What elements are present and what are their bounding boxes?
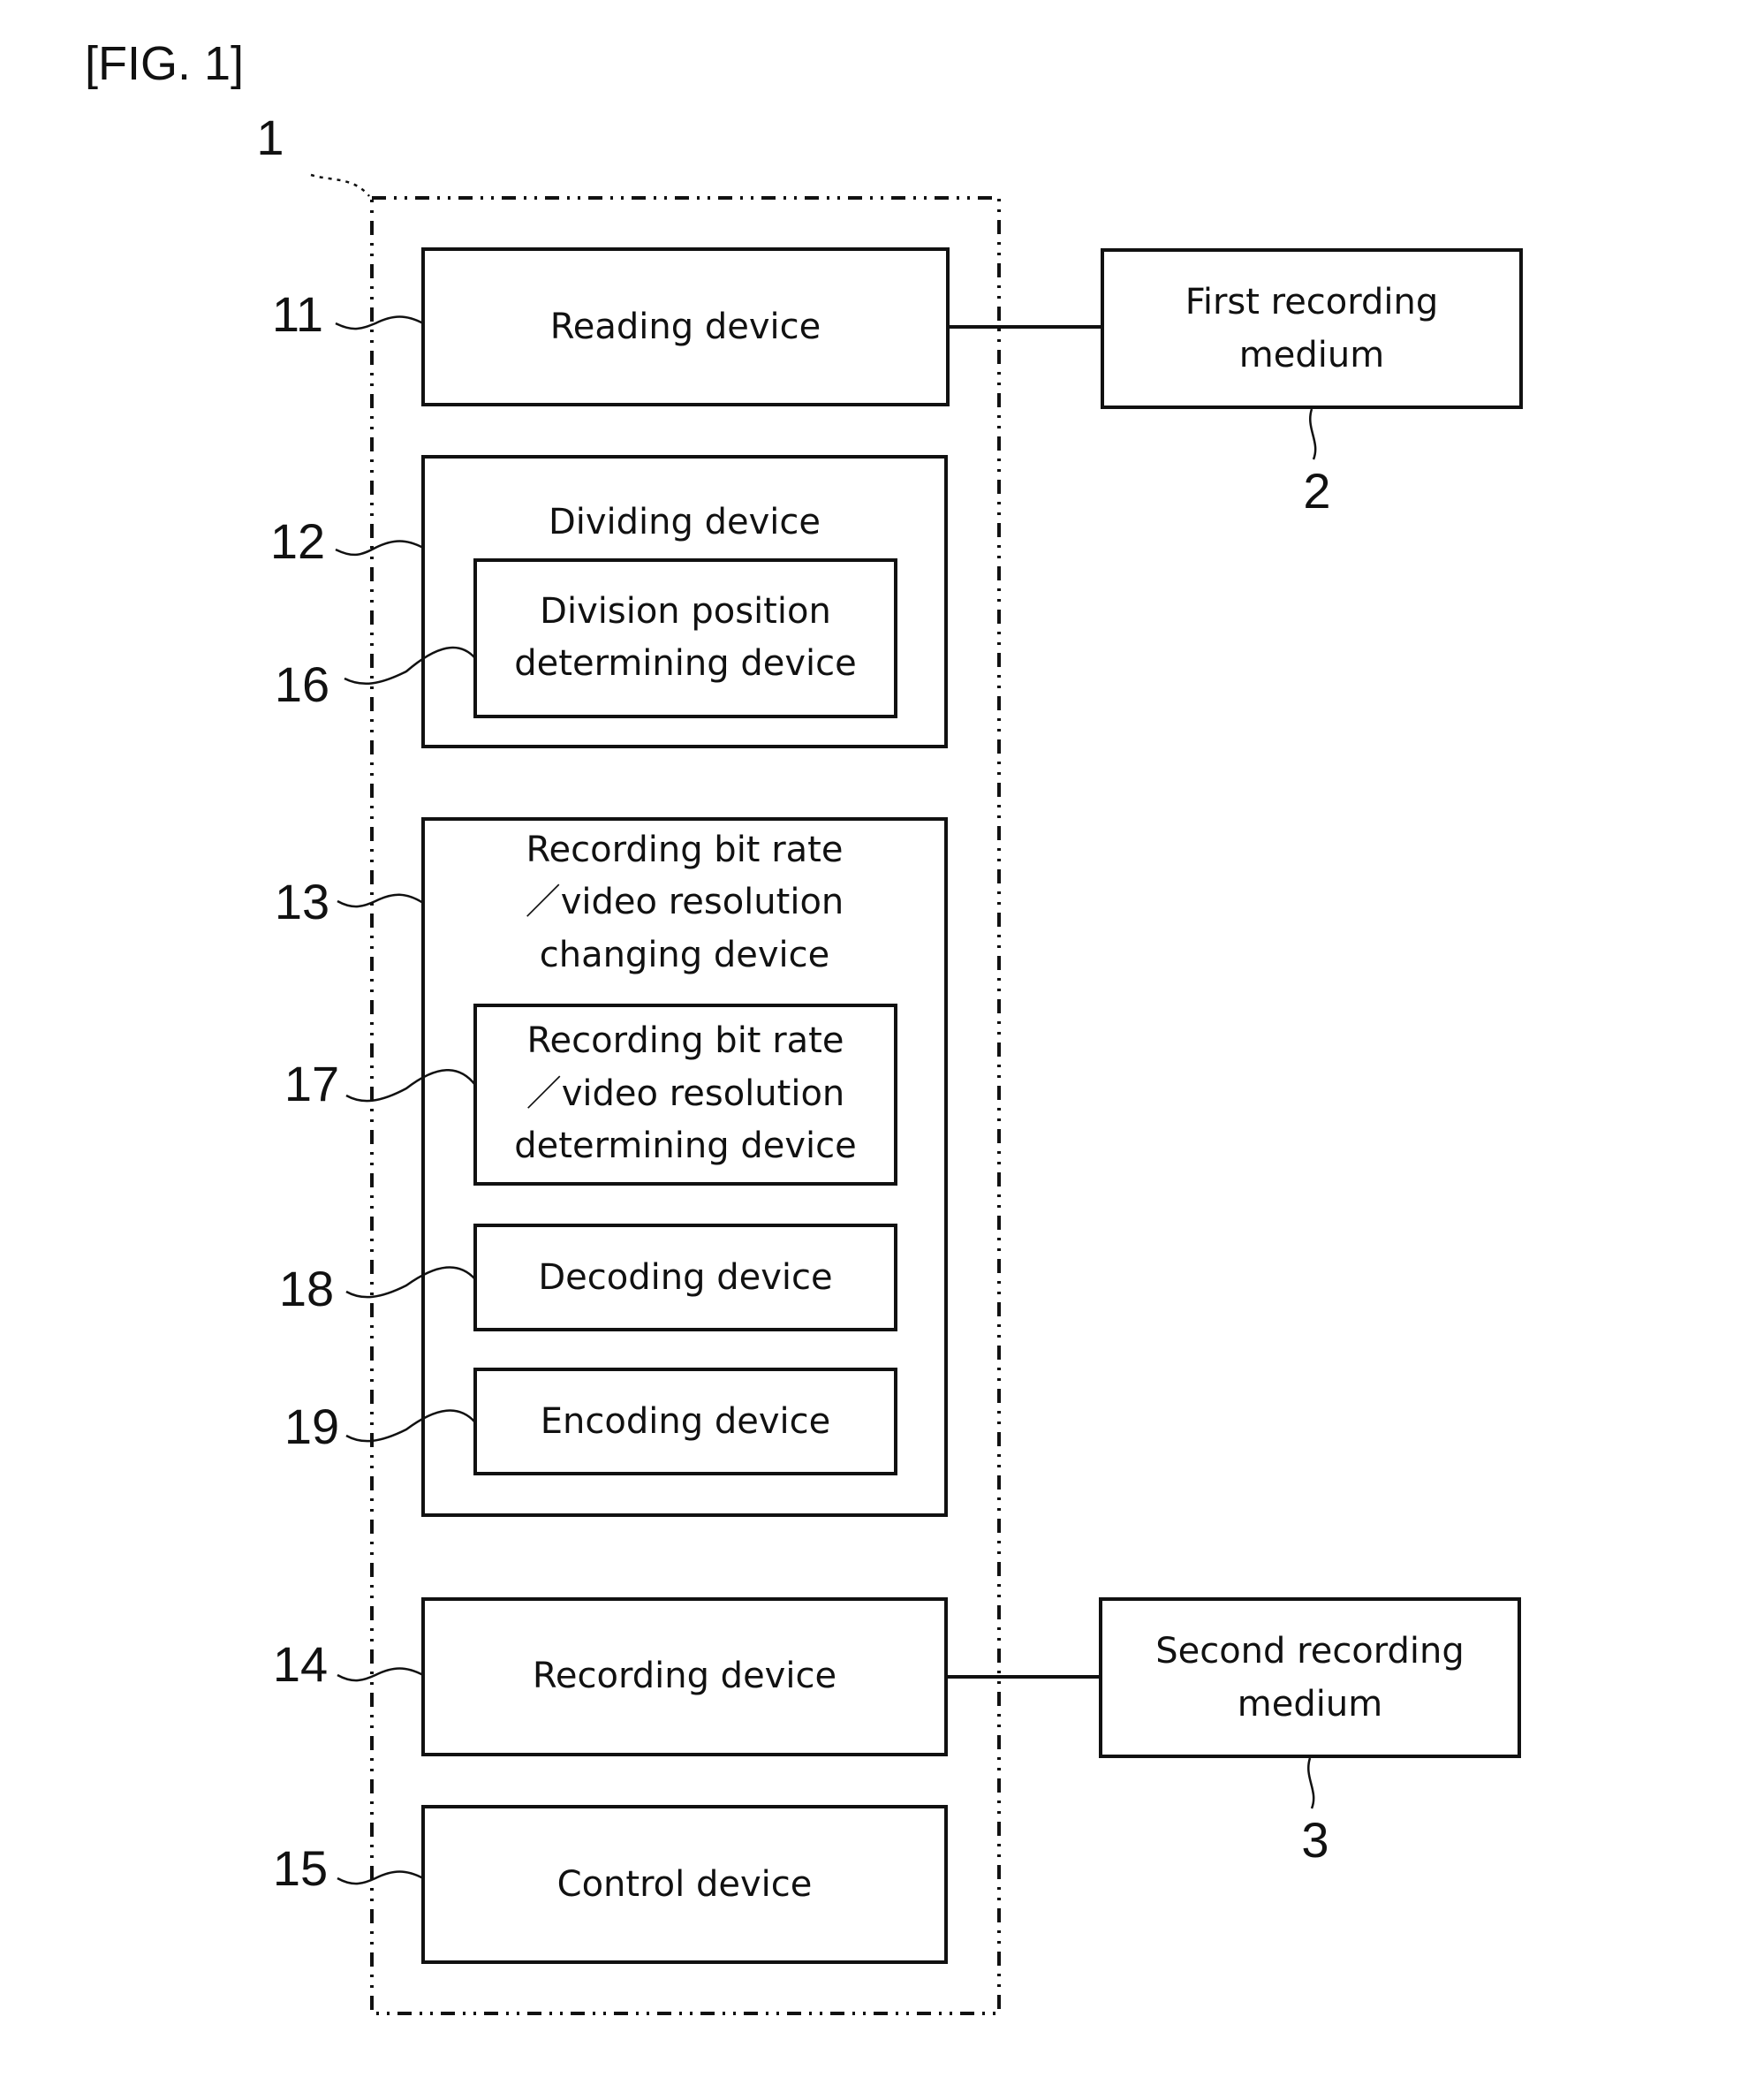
ref-12: 12	[270, 513, 325, 569]
block-reading: Reading device	[421, 247, 950, 406]
block-label: Second recording	[1155, 1631, 1465, 1672]
leader-12	[335, 540, 424, 557]
ref-13: 13	[275, 874, 329, 929]
block-label: Encoding device	[541, 1401, 830, 1442]
block-label: ／video resolution	[526, 882, 844, 922]
leader-15	[337, 1870, 424, 1885]
ref-14: 14	[273, 1636, 328, 1692]
block-label: determining device	[514, 1126, 856, 1166]
leader-2	[1309, 408, 1317, 460]
leader-11	[335, 315, 424, 330]
leader-13	[337, 893, 424, 908]
block-encoding: Encoding device	[473, 1368, 897, 1475]
ref-3: 3	[1301, 1812, 1328, 1868]
block-label: Control device	[557, 1864, 813, 1905]
block-control: Control device	[421, 1805, 948, 1964]
block-decoding: Decoding device	[473, 1224, 897, 1331]
figure-label: [FIG. 1]	[85, 37, 244, 90]
block-first-medium: First recording medium	[1101, 248, 1523, 409]
block-division-position: Division position determining device	[473, 558, 897, 718]
ref-17: 17	[284, 1056, 339, 1111]
ref-system: 1	[256, 110, 284, 165]
leader-system	[310, 173, 370, 197]
block-label: changing device	[540, 935, 830, 975]
block-label: ／video resolution	[526, 1073, 845, 1114]
block-second-medium: Second recording medium	[1099, 1597, 1521, 1758]
block-label: Dividing device	[549, 502, 821, 542]
block-label: medium	[1239, 335, 1384, 375]
block-label: Reading device	[550, 307, 821, 347]
ref-18: 18	[279, 1261, 334, 1316]
block-recording: Recording device	[421, 1597, 948, 1756]
ref-2: 2	[1303, 463, 1330, 519]
block-diagram: [FIG. 1] 1 Reading device Dividing devic…	[85, 37, 1523, 2015]
block-label: Recording bit rate	[527, 1020, 844, 1061]
block-label: Recording device	[533, 1656, 836, 1696]
ref-15: 15	[273, 1840, 328, 1896]
block-determining: Recording bit rate ／video resolution det…	[473, 1004, 897, 1186]
block-label: medium	[1238, 1684, 1382, 1725]
ref-11: 11	[272, 286, 323, 342]
block-label: determining device	[514, 643, 856, 684]
block-label: Division position	[540, 591, 831, 632]
block-label: First recording	[1185, 282, 1439, 322]
leader-3	[1307, 1757, 1315, 1809]
leader-14	[337, 1667, 424, 1682]
ref-19: 19	[284, 1399, 339, 1454]
block-label: Decoding device	[538, 1257, 832, 1298]
block-label: Recording bit rate	[526, 830, 844, 870]
ref-16: 16	[275, 656, 329, 712]
